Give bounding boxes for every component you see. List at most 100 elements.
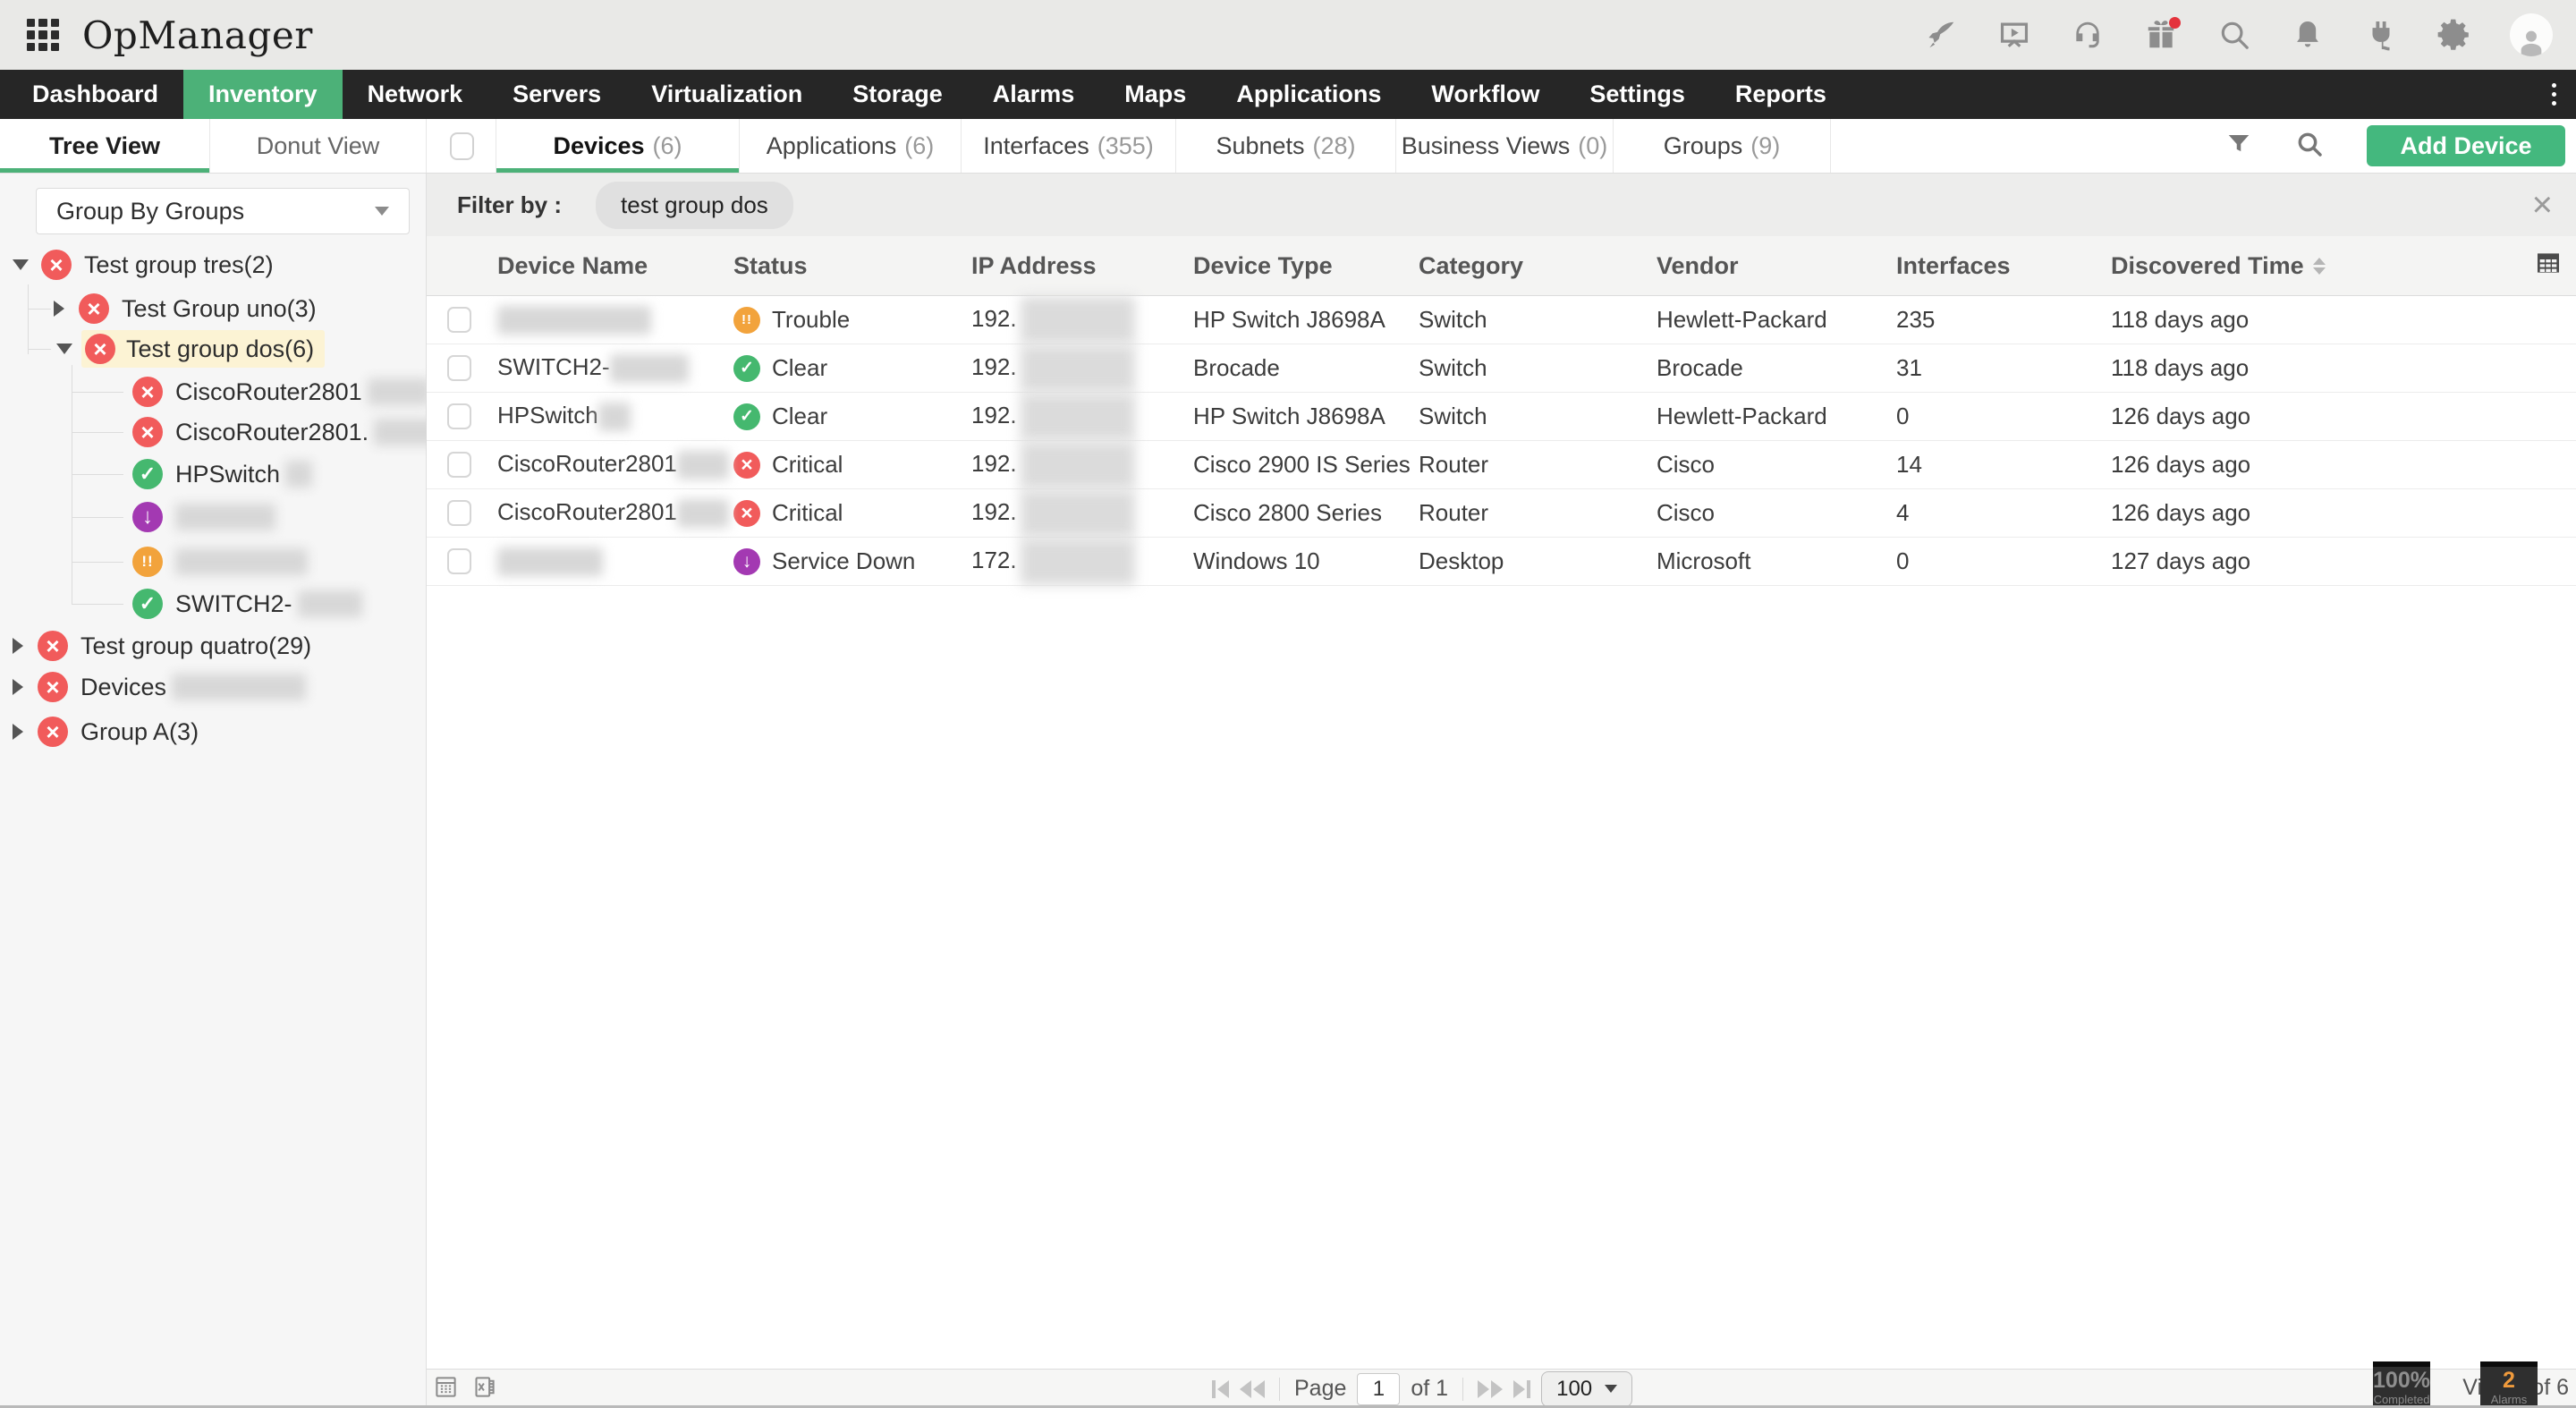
caret-right-icon[interactable] [13, 638, 23, 654]
search-icon[interactable] [2295, 130, 2324, 163]
caret-right-icon[interactable] [13, 679, 23, 695]
caret-down-icon[interactable] [56, 344, 72, 354]
tab-subnets[interactable]: Subnets (28) [1176, 119, 1396, 173]
cell-interfaces: 0 [1896, 403, 2111, 430]
filter-chip-test-group-dos[interactable]: test group dos [596, 182, 793, 229]
tree-item-test-group-uno[interactable]: × Test Group uno(3) [54, 290, 317, 327]
redacted-text [497, 306, 651, 335]
notification-bell-icon[interactable] [2290, 17, 2326, 53]
nav-reports[interactable]: Reports [1710, 70, 1852, 119]
nav-inventory[interactable]: Inventory [183, 70, 343, 119]
rocket-icon[interactable] [1923, 17, 1959, 53]
tab-devices[interactable]: Devices (6) [496, 119, 740, 173]
table-row[interactable]: SWITCH2- ✓ Clear 192. Brocade Switch Bro… [427, 344, 2576, 393]
row-checkbox[interactable] [447, 355, 471, 381]
tree-item-device[interactable]: ✓ HPSwitch [132, 455, 312, 493]
tree-item-test-group-quatro[interactable]: × Test group quatro(29) [13, 627, 311, 665]
cell-device-name[interactable] [497, 305, 733, 335]
tree-item-group-a[interactable]: × Group A(3) [13, 713, 199, 751]
global-search-icon[interactable] [2216, 17, 2252, 53]
select-all-checkbox[interactable] [450, 132, 474, 160]
row-checkbox[interactable] [447, 500, 471, 526]
discovery-progress-overlay[interactable]: 100% Completed [2373, 1361, 2430, 1408]
table-row[interactable]: CiscoRouter2801 × Critical 192. Cisco 29… [427, 441, 2576, 489]
caret-right-icon[interactable] [13, 724, 23, 740]
row-checkbox[interactable] [447, 452, 471, 478]
close-icon[interactable]: × [2532, 187, 2553, 223]
tree-item-device[interactable]: × CiscoRouter2801. [132, 413, 438, 451]
col-header-device-type[interactable]: Device Type [1193, 252, 1419, 280]
cell-category: Router [1419, 451, 1657, 479]
table-row[interactable]: ↓ Service Down 172. Windows 10 Desktop M… [427, 538, 2576, 586]
row-checkbox[interactable] [447, 403, 471, 429]
nav-virtualization[interactable]: Virtualization [626, 70, 827, 119]
nav-network[interactable]: Network [343, 70, 488, 119]
sort-icon[interactable] [2313, 258, 2326, 275]
alarms-count-overlay[interactable]: 2 Alarms [2480, 1361, 2538, 1408]
tree-item-devices-group[interactable]: × Devices [13, 668, 306, 706]
col-header-category[interactable]: Category [1419, 252, 1657, 280]
col-header-ip-address[interactable]: IP Address [971, 252, 1193, 280]
col-header-interfaces[interactable]: Interfaces [1896, 252, 2111, 280]
tree-item-device[interactable]: !! [132, 543, 308, 581]
tree-item-device[interactable]: ✓ SWITCH2- [132, 585, 362, 623]
cell-device-name[interactable] [497, 547, 733, 576]
tab-tree-view[interactable]: Tree View [0, 119, 210, 173]
table-row[interactable]: CiscoRouter2801 × Critical 192. Cisco 28… [427, 489, 2576, 538]
support-headset-icon[interactable] [2070, 17, 2106, 53]
redacted-text [298, 590, 362, 617]
cell-device-name[interactable]: CiscoRouter2801 [497, 450, 733, 479]
nav-maps[interactable]: Maps [1099, 70, 1211, 119]
col-header-device-name[interactable]: Device Name [497, 252, 733, 280]
first-page-button[interactable] [1212, 1380, 1229, 1398]
add-device-button[interactable]: Add Device [2367, 125, 2565, 166]
user-avatar-icon[interactable] [2510, 13, 2553, 56]
tree-item-test-group-tres[interactable]: × Test group tres(2) [13, 246, 274, 284]
table-row[interactable]: HPSwitch ✓ Clear 192. HP Switch J8698A S… [427, 393, 2576, 441]
nav-overflow-kebab-icon[interactable] [2540, 70, 2567, 119]
page-number-input[interactable] [1357, 1373, 1400, 1405]
page-size-select[interactable]: 100 [1541, 1371, 1632, 1407]
row-checkbox[interactable] [447, 548, 471, 574]
export-csv-icon[interactable] [434, 1375, 458, 1404]
nav-settings[interactable]: Settings [1564, 70, 1710, 119]
cell-discovered-time: 127 days ago [2111, 547, 2534, 575]
filter-funnel-icon[interactable] [2225, 131, 2252, 162]
tree-item-device[interactable]: ↓ [132, 498, 275, 536]
plugin-icon[interactable] [2363, 17, 2399, 53]
group-by-dropdown[interactable]: Group By Groups [36, 188, 410, 234]
nav-applications[interactable]: Applications [1211, 70, 1406, 119]
settings-gear-icon[interactable] [2436, 17, 2472, 53]
caret-down-icon[interactable] [13, 259, 29, 270]
nav-storage[interactable]: Storage [827, 70, 968, 119]
app-grid-icon[interactable] [27, 19, 59, 51]
cell-device-name[interactable]: CiscoRouter2801 [497, 498, 733, 528]
nav-workflow[interactable]: Workflow [1406, 70, 1564, 119]
demo-player-icon[interactable] [1996, 17, 2032, 53]
cell-device-name[interactable]: HPSwitch [497, 402, 733, 431]
next-page-button[interactable] [1478, 1380, 1503, 1398]
nav-dashboard[interactable]: Dashboard [7, 70, 183, 119]
tab-interfaces[interactable]: Interfaces (355) [962, 119, 1176, 173]
gift-icon[interactable] [2143, 17, 2179, 53]
tab-applications[interactable]: Applications (6) [740, 119, 962, 173]
tab-donut-view[interactable]: Donut View [210, 119, 427, 173]
tree-item-test-group-dos[interactable]: × Test group dos(6) [56, 330, 325, 368]
col-header-status[interactable]: Status [733, 252, 971, 280]
prev-page-button[interactable] [1240, 1380, 1265, 1398]
tab-business-views[interactable]: Business Views (0) [1396, 119, 1614, 173]
last-page-button[interactable] [1513, 1380, 1530, 1398]
tab-groups[interactable]: Groups (9) [1614, 119, 1831, 173]
col-header-vendor[interactable]: Vendor [1657, 252, 1896, 280]
export-excel-icon[interactable] [472, 1375, 496, 1404]
row-checkbox[interactable] [447, 307, 471, 333]
column-chooser-icon[interactable] [2534, 249, 2576, 284]
nav-servers[interactable]: Servers [487, 70, 626, 119]
tree-item-device[interactable]: × CiscoRouter2801 [132, 373, 430, 411]
nav-alarms[interactable]: Alarms [968, 70, 1100, 119]
cell-device-name[interactable]: SWITCH2- [497, 353, 733, 383]
tab-subnets-label: Subnets [1216, 132, 1304, 160]
caret-right-icon[interactable] [54, 301, 64, 317]
table-row[interactable]: !! Trouble 192. HP Switch J8698A Switch … [427, 296, 2576, 344]
col-header-discovered-time[interactable]: Discovered Time [2111, 252, 2534, 280]
